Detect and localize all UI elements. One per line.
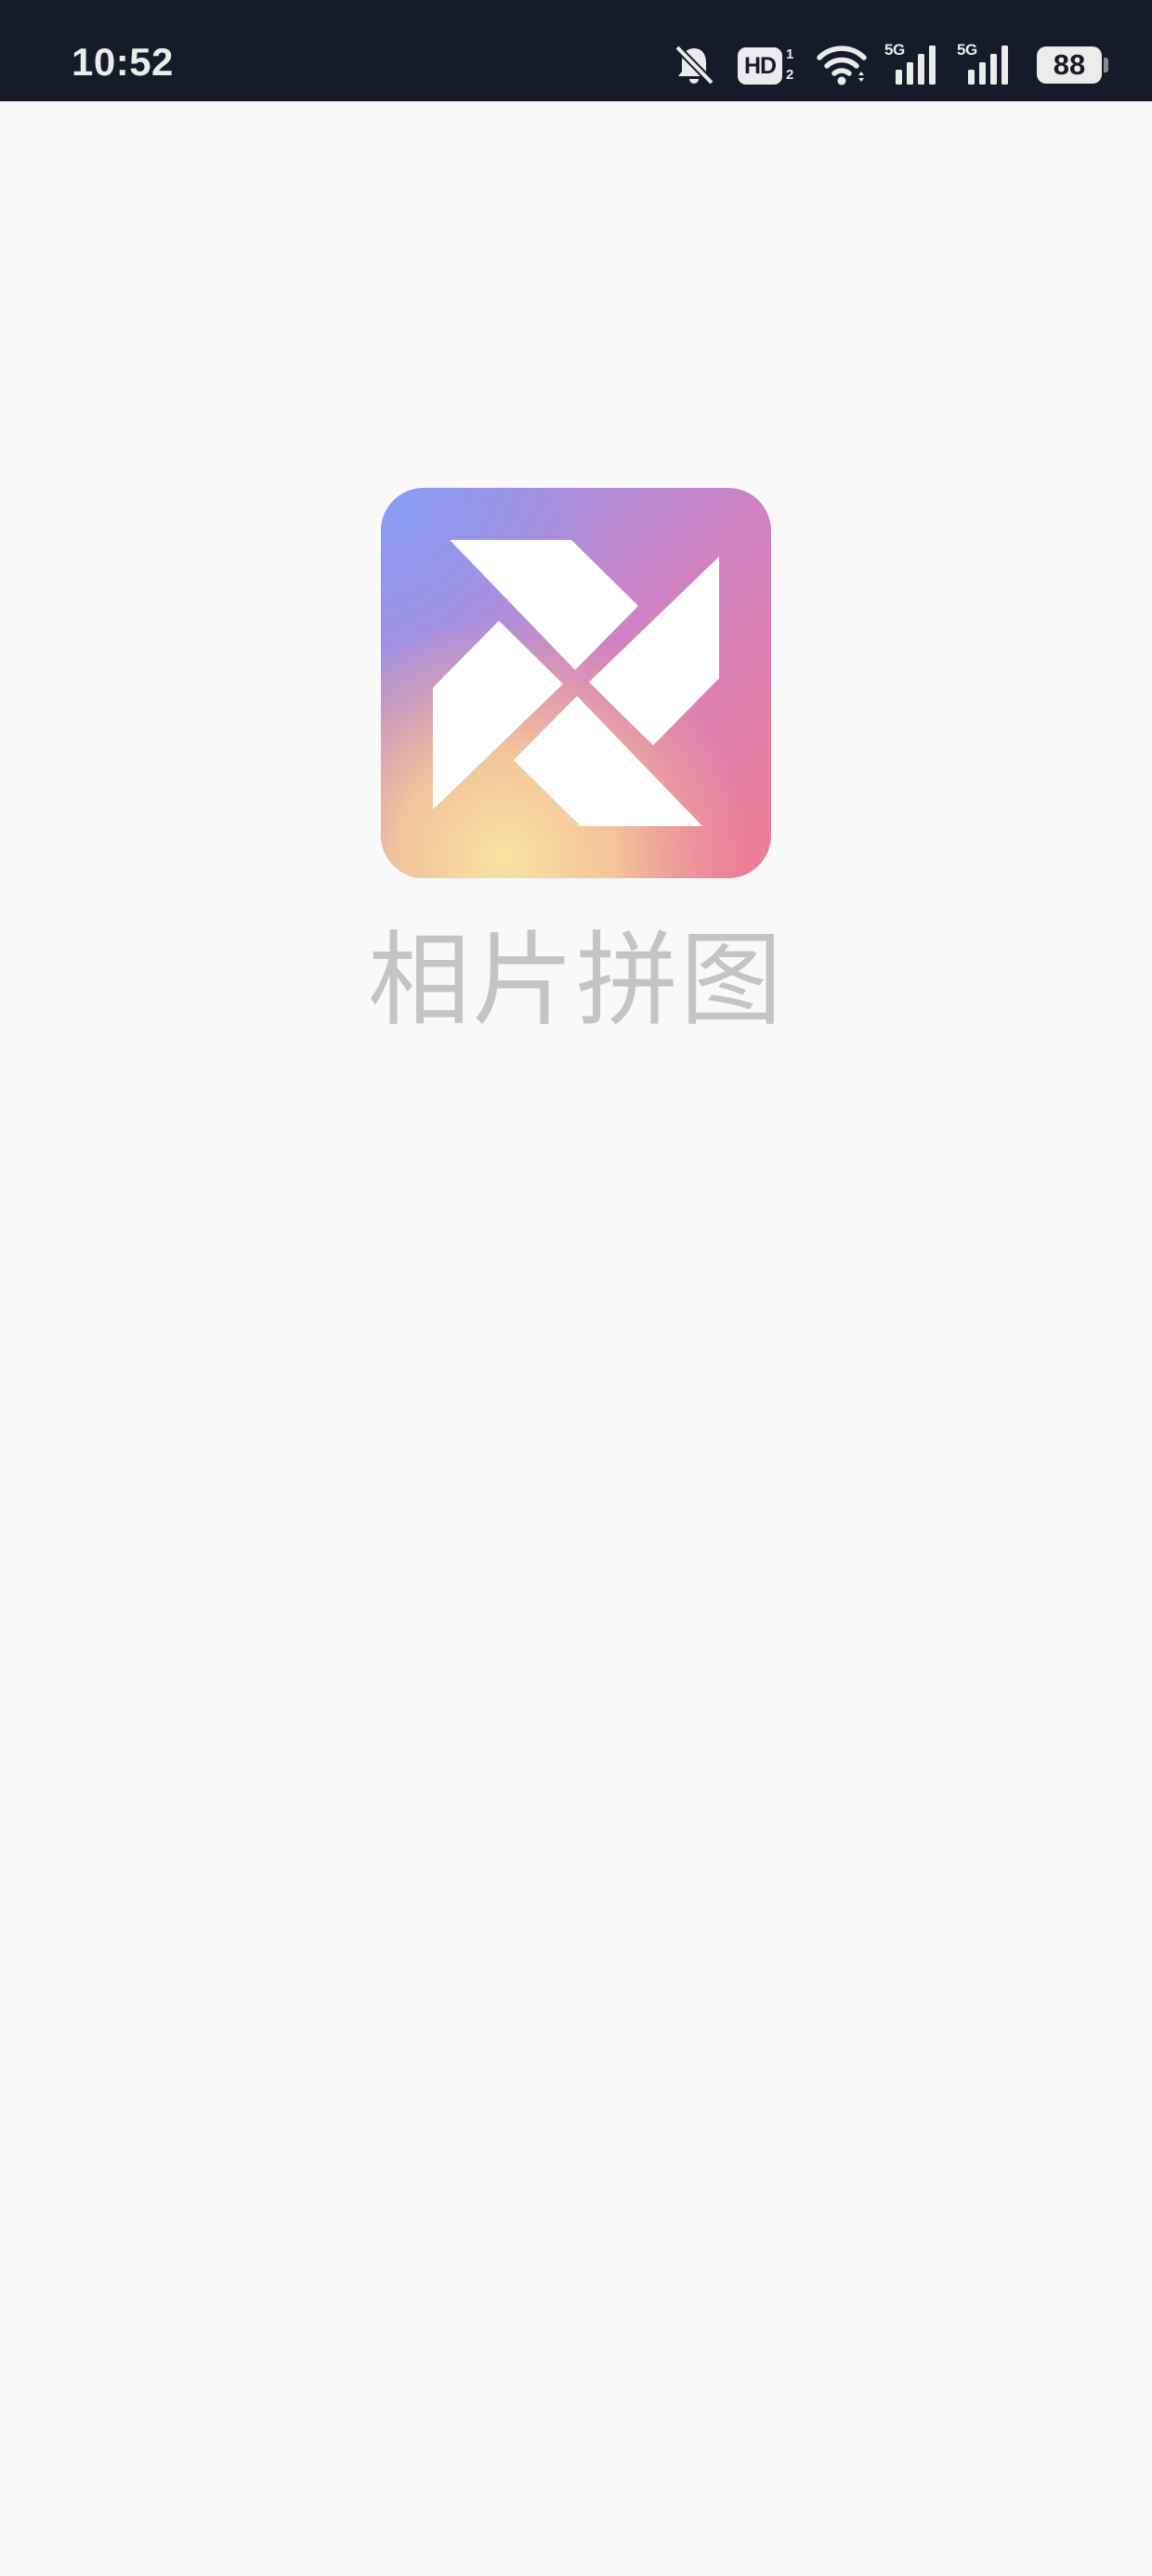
battery-tip xyxy=(1104,58,1108,72)
app-logo xyxy=(381,488,771,878)
battery-level: 88 xyxy=(1037,46,1102,84)
hd-label: HD xyxy=(738,47,782,85)
splash-screen: 10:52 HD 1 2 5G 5G 88 相片拼图 xyxy=(0,0,1152,2576)
status-bar: 10:52 HD 1 2 5G 5G 88 xyxy=(0,0,1152,101)
bell-muted-icon xyxy=(674,45,714,85)
status-time: 10:52 xyxy=(72,40,174,84)
hd-voice-icon: HD 1 2 xyxy=(738,44,799,86)
status-icons: HD 1 2 5G 5G 88 xyxy=(671,41,1109,89)
wifi-icon xyxy=(817,46,867,85)
battery-icon: 88 xyxy=(1037,46,1109,84)
sim1-signal-icon: 5G xyxy=(884,42,942,86)
app-name: 相片拼图 xyxy=(368,921,784,1040)
sim2-signal-icon: 5G xyxy=(957,42,1015,86)
hd-sim-top: 1 xyxy=(786,46,794,62)
pinwheel-icon xyxy=(381,488,771,878)
hd-sim-bottom: 2 xyxy=(786,67,794,83)
